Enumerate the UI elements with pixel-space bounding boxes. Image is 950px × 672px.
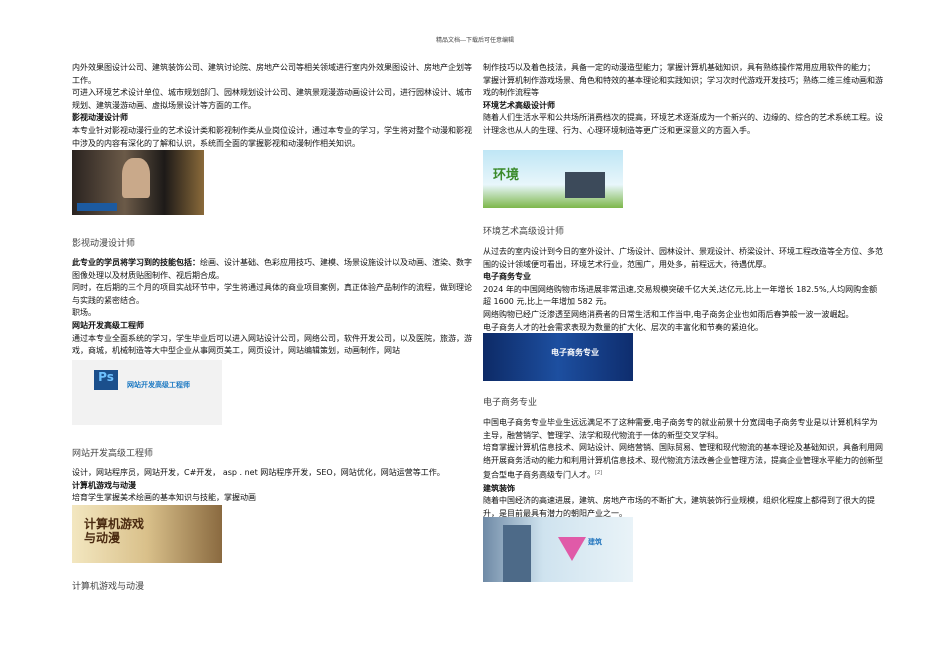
anime-image xyxy=(72,150,204,215)
ecommerce-image: 电子商务专业 xyxy=(483,333,633,381)
image-text: 网站开发高级工程师 xyxy=(127,381,190,389)
left-block-3: 设计，网站程序员，网站开发，C#开发， asp . net 网站程序开发，SEO… xyxy=(72,467,472,505)
document-page: 精品文档---下载后可任意编辑 内外效果图设计公司、建筑装饰公司、建筑讨论院、房… xyxy=(0,0,950,672)
image-caption: 影视动漫设计师 xyxy=(72,239,136,249)
paragraph: 随着人们生活水平和公共场所消费档次的提高，环境艺术逐渐成为一个新兴的、边缘的、综… xyxy=(483,113,883,135)
paragraph: 通过本专业全面系统的学习，学生毕业后可以进入网站设计公司，网络公司，软件开发公司… xyxy=(72,333,472,356)
paragraph: 制作技巧以及着色技法，具备一定的动漫造型能力；掌握计算机基础知识，具有熟练操作常… xyxy=(483,63,875,72)
web-dev-image: Ps 网站开发高级工程师 xyxy=(72,360,222,425)
paragraph: 可进入环境艺术设计单位、城市规划部门、园林规划设计公司、建筑景观漫游动画设计公司… xyxy=(72,88,472,110)
image-caption: 网站开发高级工程师 xyxy=(72,449,154,459)
page-header: 精品文档---下载后可任意编辑 xyxy=(435,37,515,44)
image-caption: 环境艺术高级设计师 xyxy=(483,227,565,237)
paragraph: 中国电子商务专业毕业生远远满足不了这种需要,电子商务专的就业前景十分宽阔电子商务… xyxy=(483,418,878,440)
architecture-image: 建筑 xyxy=(483,517,633,582)
section-heading: 环境艺术高级设计师 xyxy=(483,100,555,110)
left-block-1: 内外效果图设计公司、建筑装饰公司、建筑讨论院、房地产公司等相关领域进行室内外效果… xyxy=(72,62,472,150)
image-text: 环境 xyxy=(493,168,520,183)
image-caption: 电子商务专业 xyxy=(483,398,538,408)
right-block-2: 从过去的室内设计到今日的室外设计、广场设计、园林设计、景观设计、桥梁设计、环境工… xyxy=(483,246,883,334)
paragraph: 培育学生掌握美术绘画的基本知识与技能，掌握动画 xyxy=(72,493,256,503)
skills-label: 此专业的学员将学习到的技能包括： xyxy=(72,258,200,267)
left-block-2: 此专业的学员将学习到的技能包括：绘画、设计基础、色彩应用技巧、建模、场景设施设计… xyxy=(72,257,472,358)
right-block-3: 中国电子商务专业毕业生远远满足不了这种需要,电子商务专的就业前景十分宽阔电子商务… xyxy=(483,417,883,520)
image-text: 建筑 xyxy=(588,538,602,546)
reference-mark: [2] xyxy=(595,470,603,477)
section-heading: 计算机游戏与动漫 xyxy=(72,480,136,490)
section-heading: 网站开发高级工程师 xyxy=(72,320,144,330)
paragraph: 培育掌握计算机信息技术、网站设计、网络营销、国际贸易、管理和现代物流的基本理论及… xyxy=(483,443,883,481)
image-caption: 计算机游戏与动漫 xyxy=(72,582,145,592)
right-block-1: 制作技巧以及着色技法，具备一定的动漫造型能力；掌握计算机基础知识，具有熟练操作常… xyxy=(483,62,883,138)
image-text: 计算机游戏与动漫 xyxy=(84,517,145,545)
paragraph: 掌握计算机制作游戏场景、角色和特效的基本理论和实践知识；学习次时代游戏开发技巧；… xyxy=(483,75,883,98)
paragraph: 从过去的室内设计到今日的室外设计、广场设计、园林设计、景观设计、桥梁设计、环境工… xyxy=(483,247,883,269)
game-anime-image: 计算机游戏与动漫 xyxy=(72,505,222,563)
image-text: 电子商务专业 xyxy=(551,348,599,357)
paragraph: 内外效果图设计公司、建筑装饰公司、建筑讨论院、房地产公司等相关领域进行室内外效果… xyxy=(72,63,472,85)
environment-art-image: 环境 xyxy=(483,150,623,208)
paragraph: 本专业针对影视动漫行业的艺术设计类和影视制作类从业岗位设计，通过本专业的学习，学… xyxy=(72,125,472,148)
paragraph: 设计，网站程序员，网站开发，C#开发， asp . net 网站程序开发，SEO… xyxy=(72,468,445,477)
paragraph: 职场。 xyxy=(72,308,96,318)
paragraph: 同时，在后期的三个月的项目实战环节中，学生将通过具体的商业项目案例，真正体验产品… xyxy=(72,283,472,305)
paragraph: 网络购物已经广泛渗透至网络消费者的日常生活和工作当中,电子商务企业也如雨后春笋般… xyxy=(483,309,854,319)
section-heading: 影视动漫设计师 xyxy=(72,113,128,123)
section-heading: 建筑装饰 xyxy=(483,483,515,493)
paragraph: 2024 年的中国网络购物市场进展非常迅速,交易规模突破千亿大关,达亿元,比上一… xyxy=(483,284,878,307)
section-heading: 电子商务专业 xyxy=(483,272,531,282)
